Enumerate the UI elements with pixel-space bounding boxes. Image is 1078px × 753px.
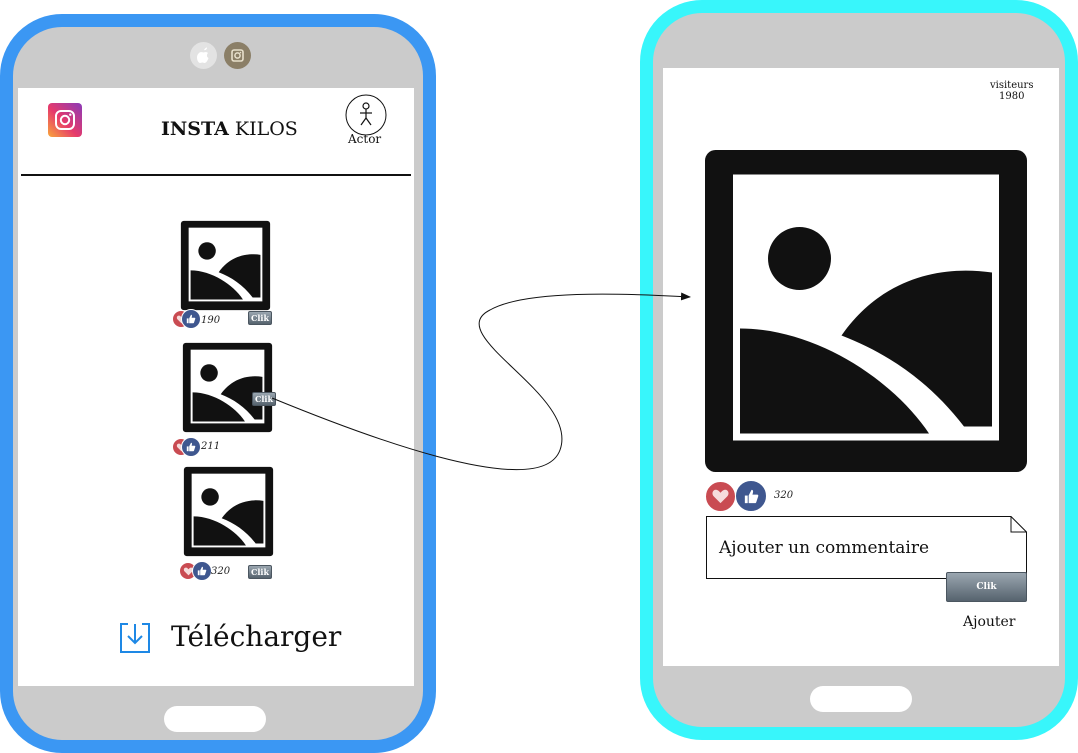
post-1-likes: 190 xyxy=(201,315,221,326)
app-title-bold: INSTA xyxy=(161,118,229,140)
detail-image[interactable] xyxy=(691,136,1041,486)
home-button-right[interactable] xyxy=(810,686,912,712)
thumbs-up-icon[interactable] xyxy=(735,480,767,512)
visitors-label: visiteurs xyxy=(990,80,1034,91)
home-button-left[interactable] xyxy=(164,706,266,732)
comment-placeholder[interactable]: Ajouter un commentaire xyxy=(719,538,929,558)
post-3-clik-button[interactable]: Clik xyxy=(248,565,272,579)
post-2-likes: 211 xyxy=(201,441,221,452)
download-icon[interactable] xyxy=(118,621,152,655)
apple-icon xyxy=(190,42,217,69)
visitors-count: 1980 xyxy=(999,91,1025,102)
post-3-image[interactable] xyxy=(180,463,277,560)
thumbs-up-icon[interactable] xyxy=(192,561,212,581)
header-divider xyxy=(21,174,411,176)
app-title-rest: KILOS xyxy=(234,118,298,140)
thumbs-up-icon[interactable] xyxy=(181,309,201,329)
post-1-image[interactable] xyxy=(177,217,274,314)
thumbs-up-icon[interactable] xyxy=(181,437,201,457)
visitors-counter: visiteurs 1980 xyxy=(990,80,1033,102)
submit-clik-button[interactable]: Clik xyxy=(946,572,1027,602)
camera-icon xyxy=(224,42,251,69)
profile-label: Actor xyxy=(348,132,382,146)
download-label[interactable]: Télécharger xyxy=(171,620,341,653)
post-2-image[interactable] xyxy=(179,339,276,436)
instagram-logo-icon[interactable] xyxy=(48,103,82,137)
stick-figure-icon[interactable] xyxy=(345,94,387,136)
app-title: INSTA KILOS xyxy=(161,118,298,140)
post-2-clik-button[interactable]: Clik xyxy=(252,392,276,406)
post-3-likes: 320 xyxy=(211,566,231,577)
submit-caption: Ajouter xyxy=(963,614,1016,630)
post-1-clik-button[interactable]: Clik xyxy=(248,311,272,325)
detail-likes: 320 xyxy=(774,490,794,501)
heart-icon[interactable] xyxy=(705,481,736,512)
